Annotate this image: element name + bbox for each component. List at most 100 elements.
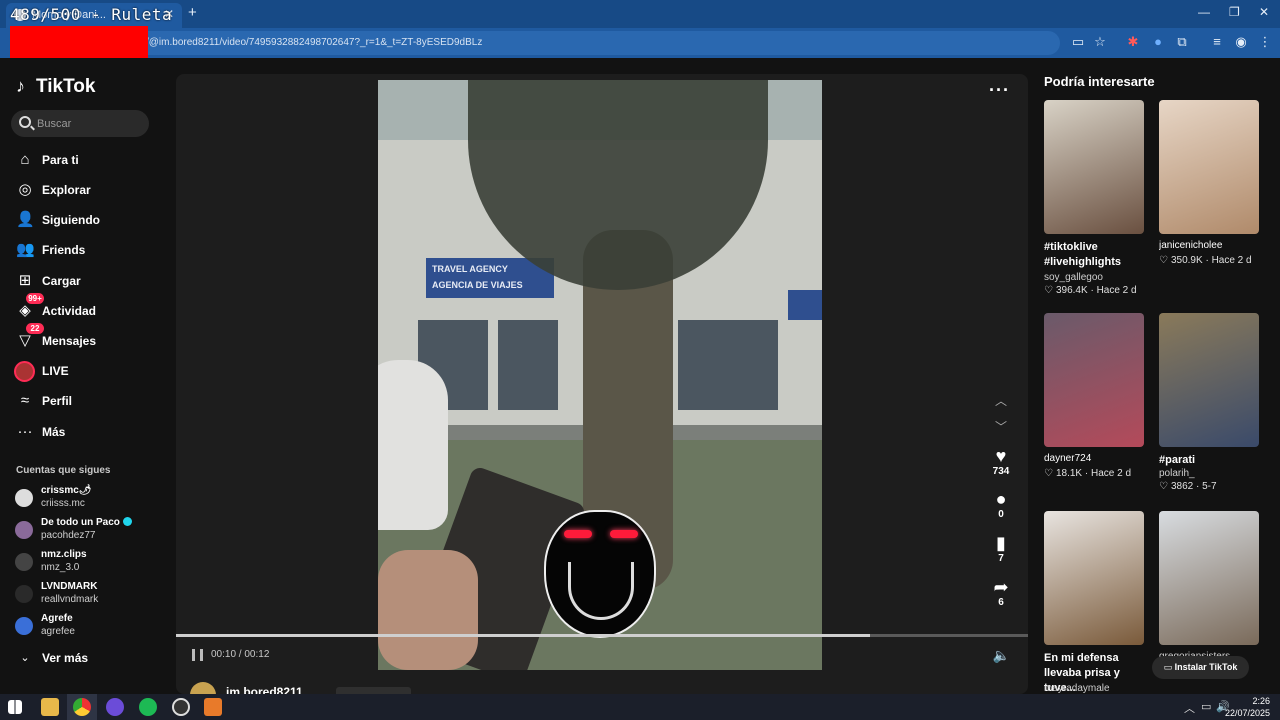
building-window	[498, 320, 558, 410]
video-author[interactable]: dayner724	[1044, 453, 1154, 464]
sidebar-item-perfil[interactable]: ≈ Perfil	[16, 391, 161, 413]
account-name: LVNDMARK	[41, 581, 97, 592]
minimize-button[interactable]: —	[1198, 5, 1210, 19]
video-caption[interactable]: #tiktoklive #livehighlights	[1044, 240, 1154, 270]
share-count: 6	[998, 597, 1004, 608]
sidebar-item-actividad[interactable]: ◈ 99+ Actividad	[16, 293, 161, 323]
following-account[interactable]: crissmc🌶 criisss.mc	[15, 485, 160, 513]
video-caption[interactable]: #parati	[1159, 453, 1269, 468]
search-input[interactable]	[37, 115, 142, 132]
posted-when: 5-7	[1202, 481, 1217, 492]
browser-menu-icon[interactable]: ⋮	[1257, 34, 1273, 50]
heart-outline-icon: ♡	[1044, 468, 1053, 479]
video-author[interactable]: soy_gallegoo	[1044, 272, 1103, 283]
comment-button[interactable]: ● 0	[990, 489, 1012, 520]
address-bar: /@im.bored8211/video/7495932882498702647…	[0, 28, 1280, 58]
sidebar-item-siguiendo[interactable]: 👤 Siguiendo	[16, 210, 161, 232]
separator: ·	[1082, 468, 1091, 479]
video-author[interactable]: mayradaymale	[1044, 683, 1110, 694]
tiktok-note-icon: ♪	[16, 76, 25, 96]
activity-icon: ◈	[19, 302, 31, 319]
previous-video-icon[interactable]: ︿	[995, 392, 1007, 409]
account-username: agrefee	[41, 626, 75, 637]
profile-avatar-icon[interactable]: ◉	[1233, 34, 1249, 50]
restore-button[interactable]: ❐	[1229, 5, 1240, 19]
video-thumbnail[interactable]	[1044, 511, 1144, 645]
sign-line-1: TRAVEL AGENCY	[432, 264, 508, 274]
windows-taskbar: ︿ ▭ 🔊 2:26 22/07/2025	[0, 694, 1280, 720]
troll-mouth	[568, 562, 634, 620]
sidebar-item-friends[interactable]: 👥 Friends	[16, 240, 161, 262]
sidebar-item-label: Mensajes	[42, 334, 97, 348]
taskbar-clock[interactable]: 2:26 22/07/2025	[1225, 695, 1270, 719]
video-progress-bar[interactable]	[176, 634, 1028, 637]
bookmark-star-icon[interactable]: ☆	[1092, 34, 1108, 50]
video-thumbnail[interactable]	[1159, 100, 1259, 234]
url-text[interactable]: /@im.bored8211/video/7495932882498702647…	[146, 37, 482, 48]
tray-chevron-icon[interactable]: ︿	[1184, 700, 1195, 716]
close-window-button[interactable]: ✕	[1259, 5, 1269, 19]
more-options-icon[interactable]: ···	[989, 80, 1010, 101]
media-control-icon[interactable]: ≡	[1209, 34, 1225, 50]
pause-icon[interactable]	[192, 649, 203, 661]
puzzle-extensions-icon[interactable]: ⧉	[1174, 34, 1190, 50]
file-explorer-icon[interactable]	[41, 698, 59, 716]
video-stats: ♡ 396.4K · Hace 2 d	[1044, 285, 1137, 296]
search-box[interactable]	[11, 110, 149, 137]
extension-icon[interactable]: ✱	[1125, 34, 1141, 50]
sidebar-item-cargar[interactable]: ⊞ Cargar	[16, 271, 161, 293]
video-player[interactable]: TRAVEL AGENCY AGENCIA DE VIAJES	[378, 80, 822, 670]
sidebar-item-para-ti[interactable]: ⌂ Para ti	[16, 150, 161, 172]
video-panel[interactable]: TRAVEL AGENCY AGENCIA DE VIAJES ··· ︿ ﹀ …	[176, 74, 1028, 694]
posted-when: Hace 2 d	[1091, 468, 1132, 479]
video-author[interactable]: polarih_	[1159, 468, 1195, 479]
video-author[interactable]: janicenicholee	[1159, 240, 1269, 251]
posted-when: Hace 2 d	[1096, 285, 1137, 296]
like-count: 396.4K	[1055, 285, 1088, 296]
share-button[interactable]: ➦ 6	[990, 577, 1012, 608]
following-account[interactable]: Agrefe agrefee	[15, 613, 160, 641]
sidebar-item-m-s[interactable]: ··· Más	[16, 422, 161, 444]
video-thumbnail[interactable]	[1044, 313, 1144, 447]
following-account[interactable]: De todo un Paco pacohdez77	[15, 517, 160, 545]
heart-outline-icon: ♡	[1159, 255, 1168, 266]
like-button[interactable]: ♥ 734	[990, 446, 1012, 477]
like-count: 350.9K	[1170, 255, 1203, 266]
save-button[interactable]: ▮ 7	[990, 533, 1012, 564]
sidebar-item-explorar[interactable]: ◎ Explorar	[16, 180, 161, 202]
cast-icon[interactable]: ▭	[1070, 34, 1086, 50]
next-video-icon[interactable]: ﹀	[995, 418, 1007, 435]
account-name: nmz.clips	[41, 549, 87, 560]
save-count: 7	[998, 553, 1004, 564]
video-thumbnail[interactable]	[1044, 100, 1144, 234]
following-account[interactable]: nmz.clips nmz_3.0	[15, 549, 160, 577]
discord-icon[interactable]	[106, 698, 124, 716]
like-count: 734	[992, 466, 1010, 477]
thumbnail-image	[1044, 100, 1144, 234]
verified-badge-icon	[122, 517, 132, 526]
redaction-box	[10, 26, 148, 58]
logo-text: TikTok	[36, 76, 96, 97]
tiktok-logo[interactable]: ♪ TikTok	[16, 76, 95, 98]
video-thumbnail[interactable]	[1159, 511, 1259, 645]
spotify-icon[interactable]	[139, 698, 157, 716]
video-thumbnail[interactable]	[1159, 313, 1259, 447]
sidebar-item-mensajes[interactable]: ▽ 22 Mensajes	[16, 323, 161, 353]
following-account[interactable]: LVNDMARK reallvndmark	[15, 581, 160, 609]
troll-eye-left	[564, 530, 592, 538]
sidebar-item-live[interactable]: LIVE	[14, 361, 161, 383]
extension-2-icon[interactable]: ●	[1150, 34, 1166, 50]
account-name-text: crissmc🌶	[41, 485, 92, 496]
network-icon[interactable]: ▭	[1201, 700, 1211, 713]
install-tiktok-button[interactable]: ▭ Instalar TikTok	[1152, 656, 1249, 679]
avatar	[15, 617, 33, 635]
app-icon[interactable]	[204, 698, 222, 716]
chrome-icon[interactable]	[73, 698, 91, 716]
windows-start-icon[interactable]	[8, 700, 22, 714]
volume-icon[interactable]: 🔈	[993, 647, 1010, 664]
see-more-button[interactable]: ⌄ Ver más	[16, 648, 161, 670]
steam-icon[interactable]	[172, 698, 190, 716]
account-name-text: Agrefe	[41, 613, 73, 624]
notification-badge: 99+	[26, 293, 44, 304]
new-tab-button[interactable]: +	[188, 4, 197, 21]
